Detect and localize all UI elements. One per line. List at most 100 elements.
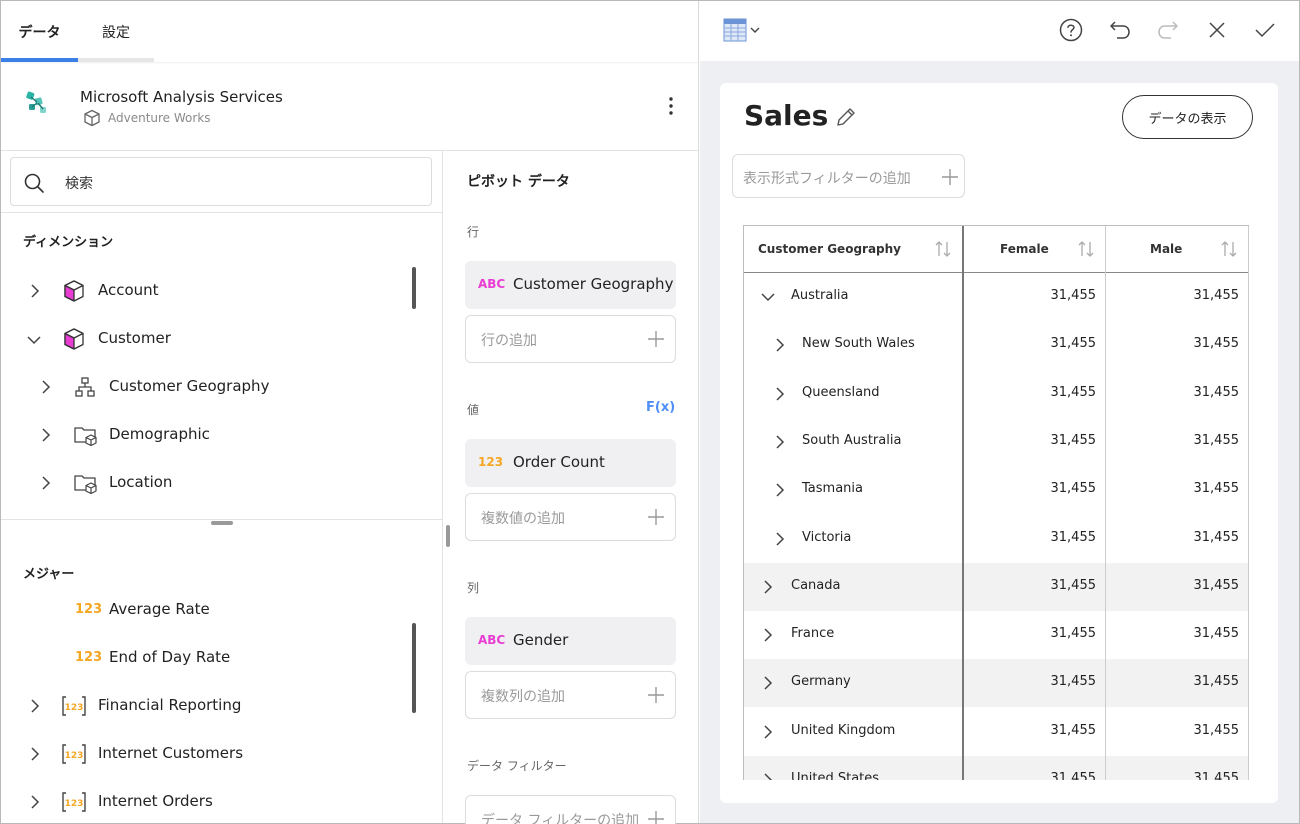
male-value: 31,455 <box>1193 288 1240 303</box>
text-type-badge: ABC <box>478 633 506 647</box>
chevron-right-icon[interactable] <box>772 386 788 402</box>
column-header-male[interactable]: Male <box>1106 226 1249 273</box>
row-label: Tasmania <box>802 481 863 497</box>
table-row[interactable]: Queensland 31,455 31,455 <box>744 370 1249 418</box>
measure-group-icon: 123 <box>61 791 87 813</box>
male-value: 31,455 <box>1193 336 1240 352</box>
table-row[interactable]: Canada 31,455 31,455 <box>744 562 1249 611</box>
female-value: 31,455 <box>1050 336 1097 352</box>
plus-icon <box>647 686 665 704</box>
add-data-filter-label: データ フィルターの追加 <box>481 813 640 824</box>
values-field-chip[interactable]: 123 Order Count <box>465 439 676 487</box>
tab-settings[interactable]: 設定 <box>78 1 154 62</box>
rows-field-label: Customer Geography <box>513 275 674 293</box>
chevron-right-icon[interactable] <box>38 379 54 395</box>
table-row[interactable]: United Kingdom 31,455 31,455 <box>744 708 1249 756</box>
chevron-right-icon[interactable] <box>760 627 776 643</box>
datasource-title: Microsoft Analysis Services <box>80 88 283 106</box>
undo-icon[interactable] <box>1108 18 1132 42</box>
function-button[interactable]: F(x) <box>646 400 675 415</box>
chevron-right-icon[interactable] <box>760 675 776 691</box>
close-icon[interactable] <box>1205 18 1229 42</box>
rows-field-chip[interactable]: ABC Customer Geography <box>465 261 676 309</box>
add-visualization-filter-button[interactable]: 表示形式フィルターの追加 <box>732 154 965 198</box>
resize-handle[interactable] <box>211 521 233 525</box>
tree-item-demographic[interactable]: Demographic <box>1 415 401 455</box>
rows-label: 行 <box>467 225 480 239</box>
confirm-icon[interactable] <box>1253 18 1277 42</box>
pivot-pane: ピボット データ 行 ABC Customer Geography 行の追加 値… <box>444 151 698 824</box>
chevron-right-icon[interactable] <box>772 337 788 353</box>
values-label: 値 <box>467 403 480 417</box>
female-value: 31,455 <box>1050 771 1097 780</box>
female-value: 31,455 <box>1050 626 1097 642</box>
add-value-button[interactable]: 複数値の追加 <box>465 493 676 541</box>
plus-icon <box>647 810 665 824</box>
column-header-customer-geography[interactable]: Customer Geography <box>744 226 963 273</box>
chevron-down-icon[interactable] <box>760 289 776 305</box>
editor-toolbar <box>700 1 1299 61</box>
tab-data[interactable]: データ <box>1 1 78 62</box>
measure-folder-internet-orders[interactable]: 123 Internet Orders <box>1 782 401 822</box>
chevron-right-icon[interactable] <box>38 475 54 491</box>
chevron-right-icon[interactable] <box>772 434 788 450</box>
table-row[interactable]: United States 31,455 31,455 <box>744 756 1249 780</box>
row-label: Germany <box>791 674 851 690</box>
measures-scrollbar[interactable] <box>412 623 416 713</box>
chevron-right-icon[interactable] <box>772 531 788 547</box>
tree-item-customer-geography[interactable]: Customer Geography <box>1 367 401 407</box>
table-row[interactable]: Germany 31,455 31,455 <box>744 659 1249 708</box>
dimensions-scrollbar[interactable] <box>412 267 416 309</box>
pivot-table: Customer Geography Female Male Australia… <box>743 225 1249 780</box>
chevron-right-icon[interactable] <box>38 427 54 443</box>
tree-item-location[interactable]: Location <box>1 463 401 503</box>
chevron-right-icon[interactable] <box>27 746 43 762</box>
edit-title-icon[interactable] <box>834 105 858 129</box>
columns-field-chip[interactable]: ABC Gender <box>465 617 676 665</box>
column-header-female[interactable]: Female <box>963 226 1106 273</box>
chevron-right-icon[interactable] <box>27 794 43 810</box>
table-row[interactable]: South Australia 31,455 31,455 <box>744 418 1249 466</box>
male-value: 31,455 <box>1193 577 1240 593</box>
measure-item-label: Average Rate <box>109 600 210 618</box>
visualization-type-button[interactable] <box>723 18 763 44</box>
measure-folder-internet-customers[interactable]: 123 Internet Customers <box>1 734 401 774</box>
female-value: 31,455 <box>1050 722 1097 738</box>
search-input[interactable]: 検索 <box>10 157 432 206</box>
column-header-label: Female <box>1000 242 1049 256</box>
chevron-right-icon[interactable] <box>772 482 788 498</box>
female-value: 31,455 <box>1050 481 1097 497</box>
column-header-label: Male <box>1150 242 1183 256</box>
add-row-button[interactable]: 行の追加 <box>465 315 676 363</box>
table-row[interactable]: Australia 31,455 31,455 <box>744 273 1249 321</box>
row-label: South Australia <box>802 432 902 448</box>
sort-icon[interactable] <box>934 239 952 259</box>
table-row[interactable]: Tasmania 31,455 31,455 <box>744 466 1249 514</box>
cube-icon <box>62 279 86 303</box>
chevron-right-icon[interactable] <box>760 579 776 595</box>
measure-group-icon: 123 <box>61 743 87 765</box>
add-data-filter-button[interactable]: データ フィルターの追加 <box>465 795 676 824</box>
sort-icon[interactable] <box>1077 239 1095 259</box>
chevron-right-icon[interactable] <box>27 283 43 299</box>
tree-item-account[interactable]: Account <box>1 271 401 311</box>
chevron-right-icon[interactable] <box>760 724 776 740</box>
chevron-right-icon[interactable] <box>27 698 43 714</box>
table-row[interactable]: Victoria 31,455 31,455 <box>744 515 1249 563</box>
table-row[interactable]: New South Wales 31,455 31,455 <box>744 321 1249 369</box>
tree-item-customer[interactable]: Customer <box>1 319 401 359</box>
measure-folder-financial-reporting[interactable]: 123 Financial Reporting <box>1 686 401 726</box>
chevron-down-icon[interactable] <box>26 332 42 348</box>
measure-item-end-of-day-rate[interactable]: 123 End of Day Rate <box>1 638 401 678</box>
add-column-button[interactable]: 複数列の追加 <box>465 671 676 719</box>
more-options-icon[interactable] <box>665 95 677 117</box>
sort-icon[interactable] <box>1220 239 1238 259</box>
help-icon[interactable] <box>1059 18 1083 42</box>
tree-item-label: Customer Geography <box>109 377 270 395</box>
table-row[interactable]: France 31,455 31,455 <box>744 611 1249 659</box>
row-label: United States <box>791 771 880 780</box>
measure-item-average-rate[interactable]: 123 Average Rate <box>1 590 401 630</box>
redo-icon[interactable] <box>1156 18 1180 42</box>
chevron-right-icon[interactable] <box>760 772 776 780</box>
show-data-button[interactable]: データの表示 <box>1122 95 1253 139</box>
